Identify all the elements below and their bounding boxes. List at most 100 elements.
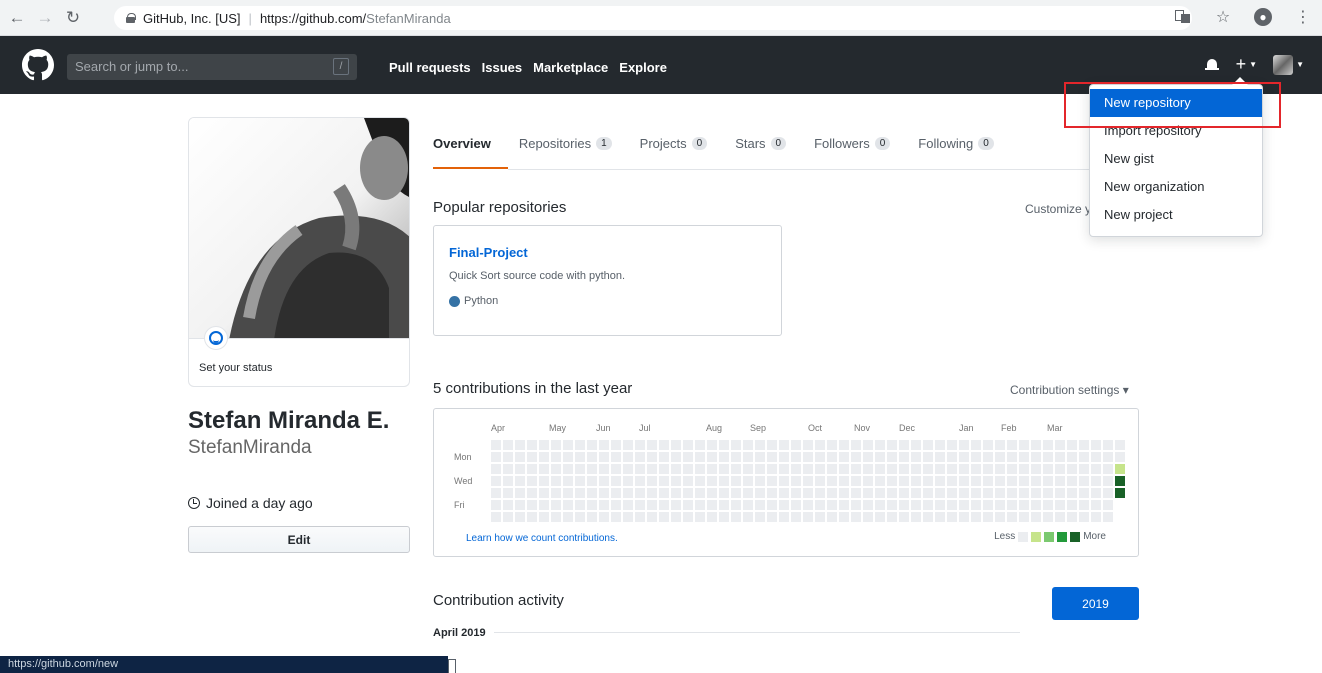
create-new-menu-button[interactable]: + ▼ (1236, 54, 1257, 75)
contribution-day-cell[interactable] (995, 440, 1005, 450)
contribution-day-cell[interactable] (575, 440, 585, 450)
contribution-day-cell[interactable] (851, 500, 861, 510)
contribution-day-cell[interactable] (527, 488, 537, 498)
contribution-day-cell[interactable] (779, 488, 789, 498)
contribution-day-cell[interactable] (947, 440, 957, 450)
contribution-day-cell[interactable] (1031, 476, 1041, 486)
contribution-day-cell[interactable] (1055, 440, 1065, 450)
contribution-day-cell[interactable] (827, 440, 837, 450)
contribution-settings-dropdown[interactable]: Contribution settings ▾ (1010, 383, 1129, 397)
contribution-day-cell[interactable] (755, 488, 765, 498)
contribution-day-cell[interactable] (659, 440, 669, 450)
contribution-day-cell[interactable] (539, 440, 549, 450)
contribution-day-cell[interactable] (623, 440, 633, 450)
contribution-day-cell[interactable] (1043, 452, 1053, 462)
contribution-day-cell[interactable] (755, 500, 765, 510)
contribution-day-cell[interactable] (1067, 512, 1077, 522)
contribution-day-cell[interactable] (563, 512, 573, 522)
contribution-day-cell[interactable] (635, 452, 645, 462)
contribution-day-cell[interactable] (707, 452, 717, 462)
profile-avatar[interactable] (188, 117, 410, 339)
contribution-day-cell[interactable] (815, 488, 825, 498)
contribution-day-cell[interactable] (1091, 476, 1101, 486)
contribution-day-cell[interactable] (623, 512, 633, 522)
contribution-day-cell[interactable] (671, 512, 681, 522)
contribution-day-cell[interactable] (527, 476, 537, 486)
contribution-day-cell[interactable] (755, 476, 765, 486)
profile-icon[interactable]: ● (1252, 6, 1274, 28)
contribution-day-cell[interactable] (815, 452, 825, 462)
contribution-day-cell[interactable] (731, 500, 741, 510)
contribution-day-cell[interactable] (659, 512, 669, 522)
contribution-day-cell[interactable] (971, 488, 981, 498)
contribution-day-cell[interactable] (851, 488, 861, 498)
contribution-day-cell[interactable] (779, 500, 789, 510)
contribution-day-cell[interactable] (491, 440, 501, 450)
contribution-day-cell[interactable] (971, 500, 981, 510)
contribution-day-cell[interactable] (611, 452, 621, 462)
contribution-day-cell[interactable] (971, 512, 981, 522)
contribution-day-cell[interactable] (827, 500, 837, 510)
contribution-day-cell[interactable] (503, 452, 513, 462)
contribution-day-cell[interactable] (707, 440, 717, 450)
contribution-day-cell[interactable] (887, 500, 897, 510)
contribution-day-cell[interactable] (767, 512, 777, 522)
contribution-day-cell[interactable] (983, 512, 993, 522)
contribution-day-cell[interactable] (515, 452, 525, 462)
contribution-day-cell[interactable] (947, 452, 957, 462)
contribution-day-cell[interactable] (1079, 488, 1089, 498)
contribution-day-cell[interactable] (1055, 464, 1065, 474)
contribution-day-cell[interactable] (1091, 464, 1101, 474)
contribution-day-cell[interactable] (515, 512, 525, 522)
contribution-day-cell[interactable] (719, 452, 729, 462)
contribution-day-cell[interactable] (707, 500, 717, 510)
contribution-day-cell[interactable] (1067, 452, 1077, 462)
contribution-day-cell[interactable] (755, 464, 765, 474)
set-status-button[interactable]: Set your status (188, 339, 410, 387)
contribution-day-cell[interactable] (1019, 452, 1029, 462)
contribution-day-cell[interactable] (551, 440, 561, 450)
contribution-day-cell[interactable] (695, 488, 705, 498)
contribution-day-cell[interactable] (887, 512, 897, 522)
repo-name-link[interactable]: Final-Project (449, 245, 766, 260)
contribution-day-cell[interactable] (839, 512, 849, 522)
menu-dots-icon[interactable]: ⋮ (1292, 6, 1314, 28)
contribution-day-cell[interactable] (947, 500, 957, 510)
contribution-day-cell[interactable] (1031, 512, 1041, 522)
contribution-day-cell[interactable] (875, 512, 885, 522)
contribution-day-cell[interactable] (635, 464, 645, 474)
translate-icon[interactable] (1172, 6, 1194, 28)
tab-repositories[interactable]: Repositories 1 (519, 133, 612, 153)
contribution-day-cell[interactable] (1115, 476, 1125, 486)
contribution-day-cell[interactable] (791, 464, 801, 474)
contribution-day-cell[interactable] (875, 440, 885, 450)
contribution-day-cell[interactable] (815, 500, 825, 510)
contribution-day-cell[interactable] (515, 500, 525, 510)
contribution-day-cell[interactable] (827, 476, 837, 486)
nav-issues[interactable]: Issues (482, 60, 522, 75)
notification-bell-icon[interactable] (1204, 56, 1220, 74)
contribution-day-cell[interactable] (1103, 500, 1113, 510)
contribution-day-cell[interactable] (875, 476, 885, 486)
contribution-day-cell[interactable] (1115, 464, 1125, 474)
contribution-day-cell[interactable] (1031, 488, 1041, 498)
back-arrow-icon[interactable]: ← (6, 7, 28, 29)
contribution-day-cell[interactable] (911, 500, 921, 510)
contribution-day-cell[interactable] (899, 500, 909, 510)
contribution-day-cell[interactable] (779, 512, 789, 522)
contribution-day-cell[interactable] (1079, 512, 1089, 522)
contribution-day-cell[interactable] (659, 488, 669, 498)
contribution-day-cell[interactable] (587, 452, 597, 462)
contribution-day-cell[interactable] (1019, 464, 1029, 474)
contribution-day-cell[interactable] (983, 488, 993, 498)
contribution-day-cell[interactable] (515, 440, 525, 450)
contribution-day-cell[interactable] (563, 440, 573, 450)
tab-overview[interactable]: Overview (433, 133, 491, 153)
contribution-day-cell[interactable] (503, 440, 513, 450)
contribution-day-cell[interactable] (803, 512, 813, 522)
contribution-day-cell[interactable] (815, 512, 825, 522)
contribution-day-cell[interactable] (635, 488, 645, 498)
contribution-day-cell[interactable] (1067, 476, 1077, 486)
contribution-day-cell[interactable] (611, 440, 621, 450)
contribution-day-cell[interactable] (563, 452, 573, 462)
